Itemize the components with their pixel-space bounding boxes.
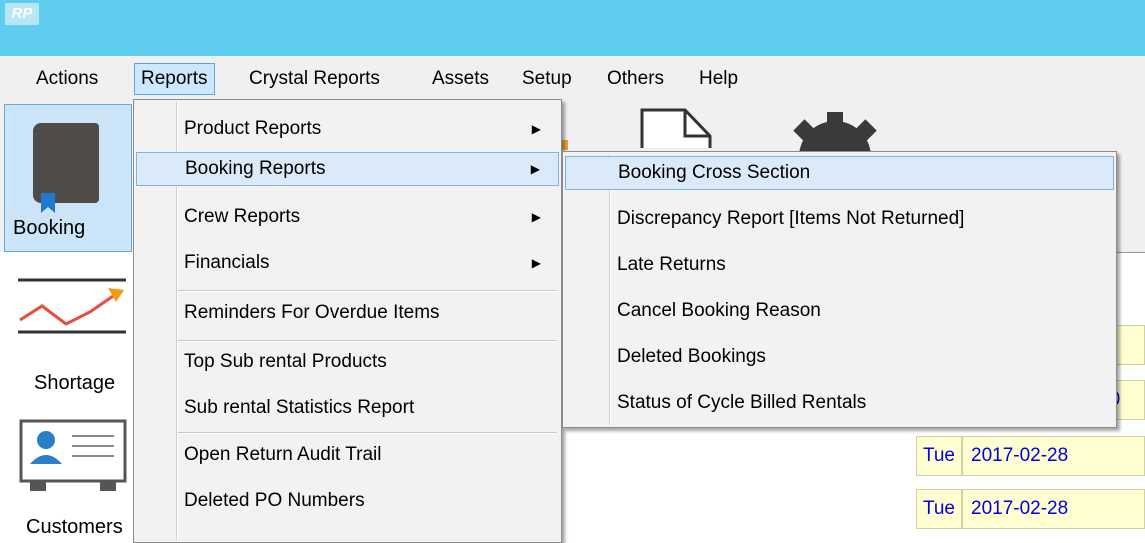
submenu-arrow-icon: ▶ — [531, 210, 541, 224]
submenu-item-discrepancy-report[interactable]: Discrepancy Report [Items Not Returned] — [565, 202, 1114, 236]
menu-item-product-reports[interactable]: Product Reports ▶ — [136, 112, 559, 146]
customers-label[interactable]: Customers — [26, 516, 123, 539]
menu-help[interactable]: Help — [693, 63, 744, 95]
submenu-item-booking-cross-section[interactable]: Booking Cross Section — [565, 156, 1114, 190]
menu-separator — [178, 340, 557, 342]
book-icon — [33, 123, 99, 213]
gear-icon[interactable] — [790, 112, 880, 152]
menu-others[interactable]: Others — [601, 63, 670, 95]
booking-reports-submenu: Booking Cross Section Discrepancy Report… — [562, 151, 1117, 428]
submenu-item-late-returns[interactable]: Late Returns — [565, 248, 1114, 282]
submenu-arrow-icon: ▶ — [531, 256, 541, 270]
document-icon[interactable] — [640, 108, 720, 148]
menu-assets[interactable]: Assets — [426, 63, 495, 95]
grid-day-cell[interactable]: Tue — [916, 489, 962, 529]
menu-item-booking-reports[interactable]: Booking Reports ▶ — [136, 152, 559, 186]
customer-card-icon[interactable] — [18, 418, 128, 496]
grid-date-cell[interactable]: 2017-02-28 — [962, 489, 1145, 529]
menu-item-reminders-overdue[interactable]: Reminders For Overdue Items — [136, 296, 559, 330]
menu-item-deleted-po-numbers[interactable]: Deleted PO Numbers — [136, 484, 559, 518]
submenu-arrow-icon: ▶ — [531, 122, 541, 136]
submenu-item-cycle-billed-rentals[interactable]: Status of Cycle Billed Rentals — [565, 386, 1114, 420]
menu-item-top-sub-rental[interactable]: Top Sub rental Products — [136, 345, 559, 379]
reports-dropdown: Product Reports ▶ Booking Reports ▶ Crew R… — [133, 99, 562, 543]
title-bar: RP — [0, 0, 1145, 56]
menu-separator — [178, 290, 557, 292]
submenu-item-cancel-booking-reason[interactable]: Cancel Booking Reason — [565, 294, 1114, 328]
grid-day-cell[interactable]: Tue — [916, 436, 962, 476]
menu-bar: Actions Reports Crystal Reports Assets S… — [0, 56, 1145, 102]
booking-button[interactable]: Booking — [4, 104, 132, 252]
submenu-item-deleted-bookings[interactable]: Deleted Bookings — [565, 340, 1114, 374]
menu-setup[interactable]: Setup — [516, 63, 578, 95]
menu-separator — [178, 432, 557, 434]
menu-actions[interactable]: Actions — [30, 63, 104, 95]
grid-date-cell[interactable]: 2017-02-28 — [962, 436, 1145, 476]
shortage-label[interactable]: Shortage — [34, 372, 115, 395]
shortage-chart-icon[interactable] — [16, 276, 128, 336]
menu-item-crew-reports[interactable]: Crew Reports ▶ — [136, 200, 559, 234]
submenu-arrow-icon: ▶ — [530, 162, 540, 176]
app-logo: RP — [5, 3, 39, 25]
menu-crystal-reports[interactable]: Crystal Reports — [243, 63, 386, 95]
menu-item-financials[interactable]: Financials ▶ — [136, 246, 559, 280]
menu-reports[interactable]: Reports — [134, 63, 215, 95]
menu-item-sub-rental-stats[interactable]: Sub rental Statistics Report — [136, 391, 559, 425]
booking-label: Booking — [13, 217, 86, 239]
menu-item-open-return-audit[interactable]: Open Return Audit Trail — [136, 438, 559, 472]
